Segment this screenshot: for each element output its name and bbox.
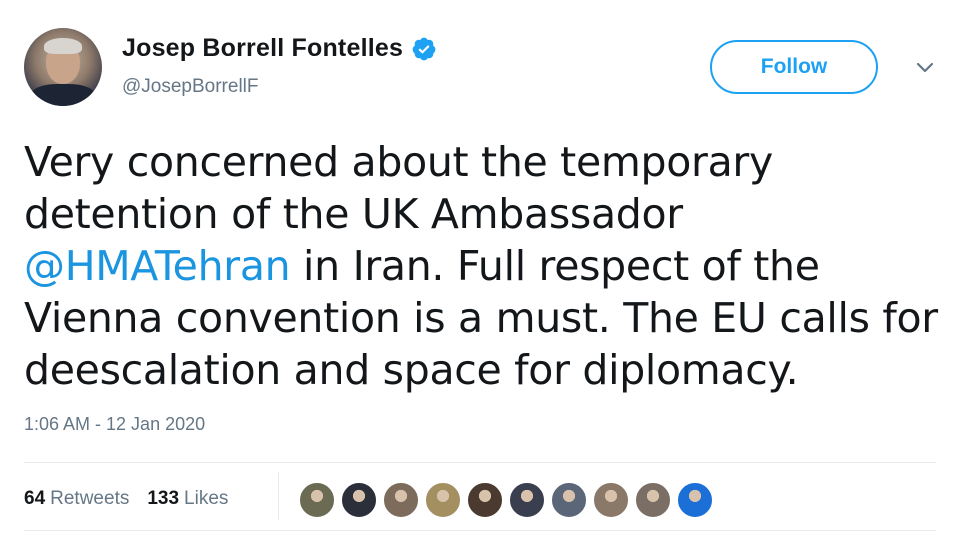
user-avatar[interactable]: [676, 481, 714, 519]
tweet-text-line: Vienna convention is a must. The EU call…: [24, 294, 938, 342]
tweet-text-line: Very concerned about the temporary: [24, 138, 773, 186]
user-avatar[interactable]: [298, 481, 336, 519]
user-avatar[interactable]: [508, 481, 546, 519]
likes-label: Likes: [184, 488, 229, 509]
tweet-card: Josep Borrell Fontelles @JosepBorrellF F…: [0, 0, 960, 540]
likes-count: 133: [147, 488, 180, 509]
liker-avatars: [298, 481, 718, 519]
tweet-text-line: deescalation and space for diplomacy.: [24, 346, 799, 394]
tweet-timestamp[interactable]: 1:06 AM - 12 Jan 2020: [24, 414, 205, 435]
likes-stat[interactable]: 133 Likes: [147, 488, 228, 510]
chevron-down-icon[interactable]: [914, 60, 936, 76]
user-avatar[interactable]: [592, 481, 630, 519]
author-name-row: Josep Borrell Fontelles: [122, 34, 437, 63]
user-avatar[interactable]: [550, 481, 588, 519]
user-avatar[interactable]: [382, 481, 420, 519]
retweets-count: 64: [24, 488, 46, 509]
divider: [278, 472, 279, 520]
retweets-label: Retweets: [50, 488, 130, 509]
divider: [24, 530, 936, 531]
verified-badge-icon: [412, 37, 436, 60]
retweets-stat[interactable]: 64 Retweets: [24, 488, 129, 510]
tweet-text-line: detention of the UK Ambassador: [24, 190, 683, 238]
tweet-text: Very concerned about the temporary deten…: [24, 136, 944, 396]
engagement-stats: 64 Retweets 133 Likes: [24, 488, 228, 510]
user-avatar[interactable]: [634, 481, 672, 519]
tweet-text-line: @HMATehran in Iran. Full respect of the: [24, 242, 820, 290]
mention-link[interactable]: @HMATehran: [24, 242, 291, 290]
author-avatar[interactable]: [24, 28, 102, 106]
divider: [24, 462, 936, 463]
user-avatar[interactable]: [340, 481, 378, 519]
follow-button[interactable]: Follow: [710, 40, 878, 94]
user-avatar[interactable]: [466, 481, 504, 519]
user-avatar[interactable]: [424, 481, 462, 519]
author-display-name[interactable]: Josep Borrell Fontelles: [122, 34, 403, 63]
author-handle[interactable]: @JosepBorrellF: [122, 76, 259, 98]
